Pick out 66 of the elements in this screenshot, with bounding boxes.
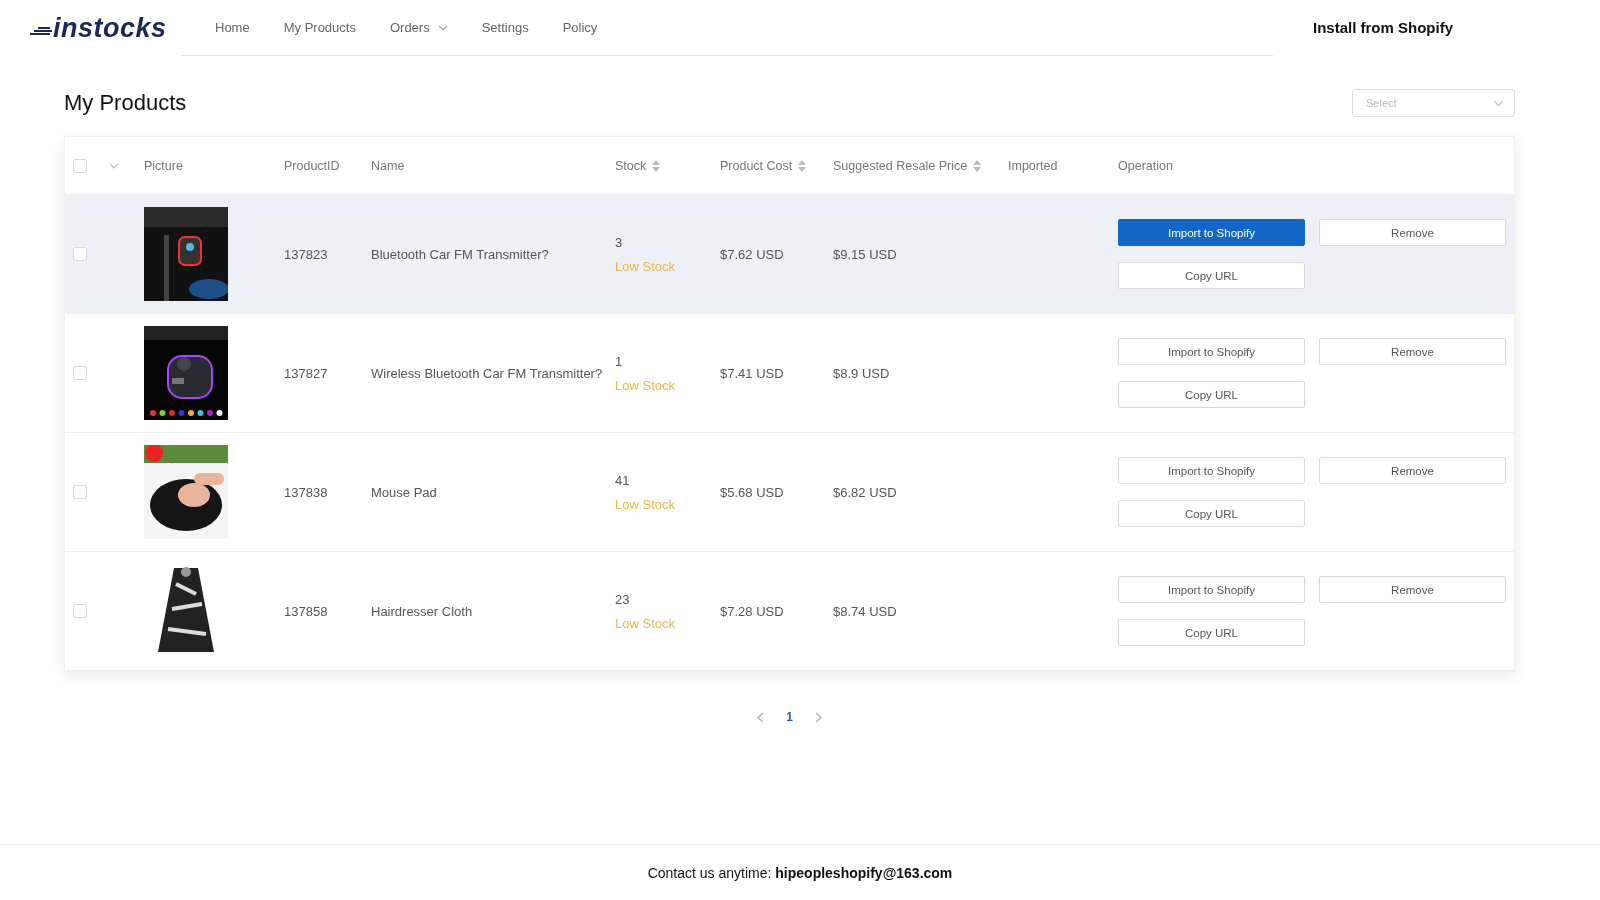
stock-count: 41 [615, 472, 631, 488]
stock-count: 1 [615, 353, 624, 369]
remove-button[interactable]: Remove [1319, 457, 1506, 484]
nav-link[interactable]: Settings [464, 20, 546, 35]
sort-icon[interactable] [973, 159, 982, 172]
product-id: 137827 [284, 365, 329, 381]
page-title: My Products [64, 90, 187, 116]
sort-icon[interactable] [798, 159, 807, 172]
product-id: 137838 [284, 484, 329, 500]
install-link[interactable]: Install from Shopify [1313, 19, 1453, 36]
column-label: Stock [615, 158, 647, 173]
stock-status: Low Stock [615, 258, 676, 274]
row-checkbox[interactable] [73, 366, 87, 380]
copy-url-button[interactable]: Copy URL [1118, 262, 1305, 289]
resale-price: $6.82 USD [833, 484, 898, 500]
expand-caret-icon [109, 162, 119, 169]
product-id: 137858 [284, 603, 329, 619]
import-button[interactable]: Import to Shopify [1118, 338, 1305, 365]
chevron-down-icon [1493, 99, 1504, 107]
contact-text: Contact us anytime: hipeopleshopify@163.com [647, 864, 953, 881]
next-page-icon[interactable] [814, 711, 822, 723]
column-label: ProductID [284, 158, 340, 173]
row-checkbox[interactable] [73, 485, 87, 499]
nav-link[interactable]: My Products [266, 20, 373, 35]
product-name: Bluetooth Car FM Transmitter? [371, 246, 550, 262]
stock-count: 3 [615, 234, 624, 250]
product-name: Hairdresser Cloth [371, 603, 474, 619]
resale-price: $9.15 USD [833, 246, 898, 262]
nav-link[interactable]: Orders [372, 20, 465, 35]
import-button[interactable]: Import to Shopify [1118, 576, 1305, 603]
resale-price: $8.74 USD [833, 603, 898, 619]
sort-icon[interactable] [652, 159, 661, 172]
logo[interactable]: instocks [53, 13, 167, 44]
stock-status: Low Stock [615, 615, 676, 631]
stock-count: 23 [615, 591, 631, 607]
copy-url-button[interactable]: Copy URL [1118, 500, 1305, 527]
product-name: Wireless Bluetooth Car FM Transmitter? [371, 365, 604, 381]
remove-button[interactable]: Remove [1319, 576, 1506, 603]
page-number[interactable]: 1 [786, 710, 793, 724]
remove-button[interactable]: Remove [1319, 219, 1506, 246]
column-label: Picture [144, 158, 183, 173]
resale-price: $8.9 USD [833, 365, 891, 381]
product-cost: $7.41 USD [720, 365, 785, 381]
row-checkbox[interactable] [73, 604, 87, 618]
product-id: 137823 [284, 246, 329, 262]
column-label: Imported [1008, 158, 1058, 173]
column-label: Suggested Resale Price [833, 158, 968, 173]
product-cost: $7.28 USD [720, 603, 785, 619]
copy-url-button[interactable]: Copy URL [1118, 381, 1305, 408]
previous-page-icon[interactable] [757, 711, 765, 723]
select-all-checkbox[interactable] [73, 158, 87, 173]
row-checkbox[interactable] [73, 247, 87, 261]
column-label: Product Cost [720, 158, 793, 173]
column-label: Operation [1118, 158, 1173, 173]
remove-button[interactable]: Remove [1319, 338, 1506, 365]
copy-url-button[interactable]: Copy URL [1118, 619, 1305, 646]
column-label: Name [371, 158, 405, 173]
stock-status: Low Stock [615, 377, 676, 393]
product-cost: $7.62 USD [720, 246, 785, 262]
import-button[interactable]: Import to Shopify [1118, 219, 1305, 246]
import-button[interactable]: Import to Shopify [1118, 457, 1305, 484]
product-name: Mouse Pad [371, 484, 438, 500]
product-cost: $5.68 USD [720, 484, 785, 500]
stock-status: Low Stock [615, 496, 676, 512]
nav-link[interactable]: Home [198, 20, 267, 35]
nav-link[interactable]: Policy [545, 20, 615, 35]
